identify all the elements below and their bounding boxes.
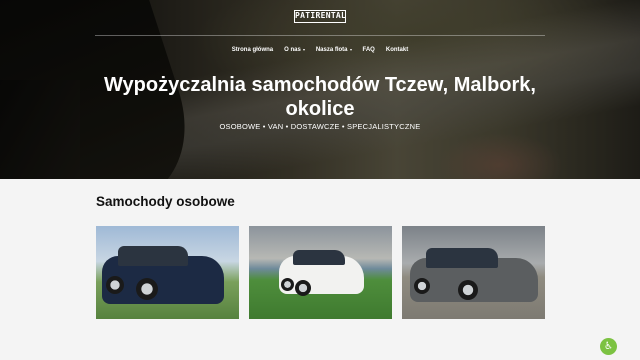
chevron-down-icon bbox=[349, 49, 352, 51]
site-logo[interactable]: PATIRENTAL bbox=[294, 10, 346, 23]
chevron-down-icon bbox=[302, 49, 305, 51]
hero-title: Wypożyczalnia samochodów Tczew, Malbork,… bbox=[104, 74, 536, 120]
car-card[interactable] bbox=[402, 226, 545, 319]
accessibility-icon[interactable]: ♿ bbox=[600, 338, 617, 355]
nav-item-faq[interactable]: FAQ bbox=[363, 45, 375, 55]
hero-subtitle: OSOBOWE • VAN • DOSTAWCZE • SPECJALISTYC… bbox=[219, 122, 421, 131]
nav-item-fleet[interactable]: Nasza flota bbox=[316, 45, 352, 55]
hero-banner: PATIRENTAL Strona główna O nas Nasza flo… bbox=[0, 0, 640, 179]
car-card[interactable] bbox=[249, 226, 392, 319]
nav-item-about[interactable]: O nas bbox=[284, 45, 305, 55]
nav-divider bbox=[95, 35, 545, 36]
car-card[interactable] bbox=[96, 226, 239, 319]
nav-item-home[interactable]: Strona główna bbox=[232, 45, 273, 55]
main-nav: Strona główna O nas Nasza flota FAQ Kont… bbox=[0, 45, 640, 55]
nav-item-contact[interactable]: Kontakt bbox=[386, 45, 408, 55]
section-title: Samochody osobowe bbox=[96, 194, 235, 209]
